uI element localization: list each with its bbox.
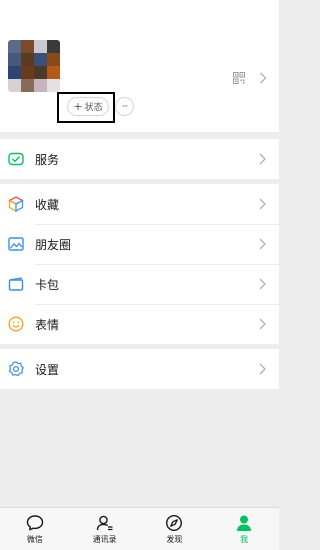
person-icon [237, 515, 252, 531]
avatar-pixel [21, 53, 34, 66]
tab-label: 通讯录 [92, 535, 117, 544]
chevron-right-icon [259, 278, 266, 290]
picture-icon [8, 237, 24, 251]
status-label: 状态 [84, 103, 103, 113]
tab-contacts[interactable]: 通讯录 [70, 508, 140, 550]
add-status-button[interactable]: + 状态 [67, 97, 109, 116]
profile-chevron-icon[interactable] [259, 72, 267, 84]
tab-chats[interactable]: 微信 [0, 508, 70, 550]
tab-discover[interactable]: 发现 [140, 508, 210, 550]
avatar-pixel [8, 40, 21, 53]
menu-item-services[interactable]: 服务 [0, 139, 279, 179]
features-group: 收藏 朋友圈 卡包 表情 [0, 184, 279, 344]
menu-item-stickers[interactable]: 表情 [0, 304, 279, 344]
chat-icon [26, 515, 44, 531]
menu-label-services: 服务 [35, 152, 60, 167]
menu-label-moments: 朋友圈 [35, 237, 72, 252]
avatar-pixel [34, 79, 47, 92]
gear-icon [9, 361, 24, 377]
cube-icon [8, 196, 24, 212]
smiley-icon [8, 316, 24, 332]
menu-item-cards[interactable]: 卡包 [0, 264, 279, 304]
avatar-pixel [34, 40, 47, 53]
menu-label-favorites: 收藏 [35, 197, 60, 212]
card-wallet-icon [8, 277, 24, 291]
avatar-pixel [47, 66, 60, 79]
menu-item-favorites[interactable]: 收藏 [0, 184, 279, 224]
services-group: 服务 [0, 139, 279, 179]
avatar-pixel [47, 53, 60, 66]
avatar-pixel [47, 40, 60, 53]
menu-label-settings: 设置 [35, 362, 60, 377]
avatar-pixel [8, 66, 21, 79]
bottom-tab-bar: 微信 通讯录 发现 我 [0, 507, 279, 550]
tab-label: 发现 [166, 535, 183, 544]
avatar-pixel [47, 79, 60, 92]
chevron-right-icon [259, 363, 266, 375]
avatar[interactable] [8, 40, 60, 92]
tab-label: 微信 [26, 535, 43, 544]
chevron-right-icon [259, 198, 266, 210]
contacts-icon [96, 515, 113, 531]
avatar-pixel [8, 79, 21, 92]
menu-label-cards: 卡包 [35, 277, 60, 292]
avatar-pixel [8, 53, 21, 66]
avatar-pixel [21, 79, 34, 92]
nickname-placeholder [93, 79, 123, 94]
menu-item-moments[interactable]: 朋友圈 [0, 224, 279, 264]
more-button[interactable]: ··· [115, 97, 134, 116]
menu-label-stickers: 表情 [35, 317, 60, 332]
tab-me[interactable]: 我 [209, 508, 279, 550]
chevron-right-icon [259, 238, 266, 250]
avatar-pixel [21, 40, 34, 53]
avatar-pixel [34, 66, 47, 79]
profile-header: + 状态 ··· [0, 0, 279, 132]
more-icon: ··· [121, 101, 129, 112]
avatar-pixel [34, 53, 47, 66]
chevron-right-icon [259, 318, 266, 330]
tab-label: 我 [240, 535, 249, 544]
plus-icon: + [73, 100, 83, 113]
wallet-icon [8, 152, 24, 166]
chevron-right-icon [259, 153, 266, 165]
settings-group: 设置 [0, 349, 279, 389]
compass-icon [166, 514, 183, 532]
qr-code-icon[interactable] [233, 72, 245, 84]
avatar-pixel [21, 66, 34, 79]
menu-item-settings[interactable]: 设置 [0, 349, 279, 389]
